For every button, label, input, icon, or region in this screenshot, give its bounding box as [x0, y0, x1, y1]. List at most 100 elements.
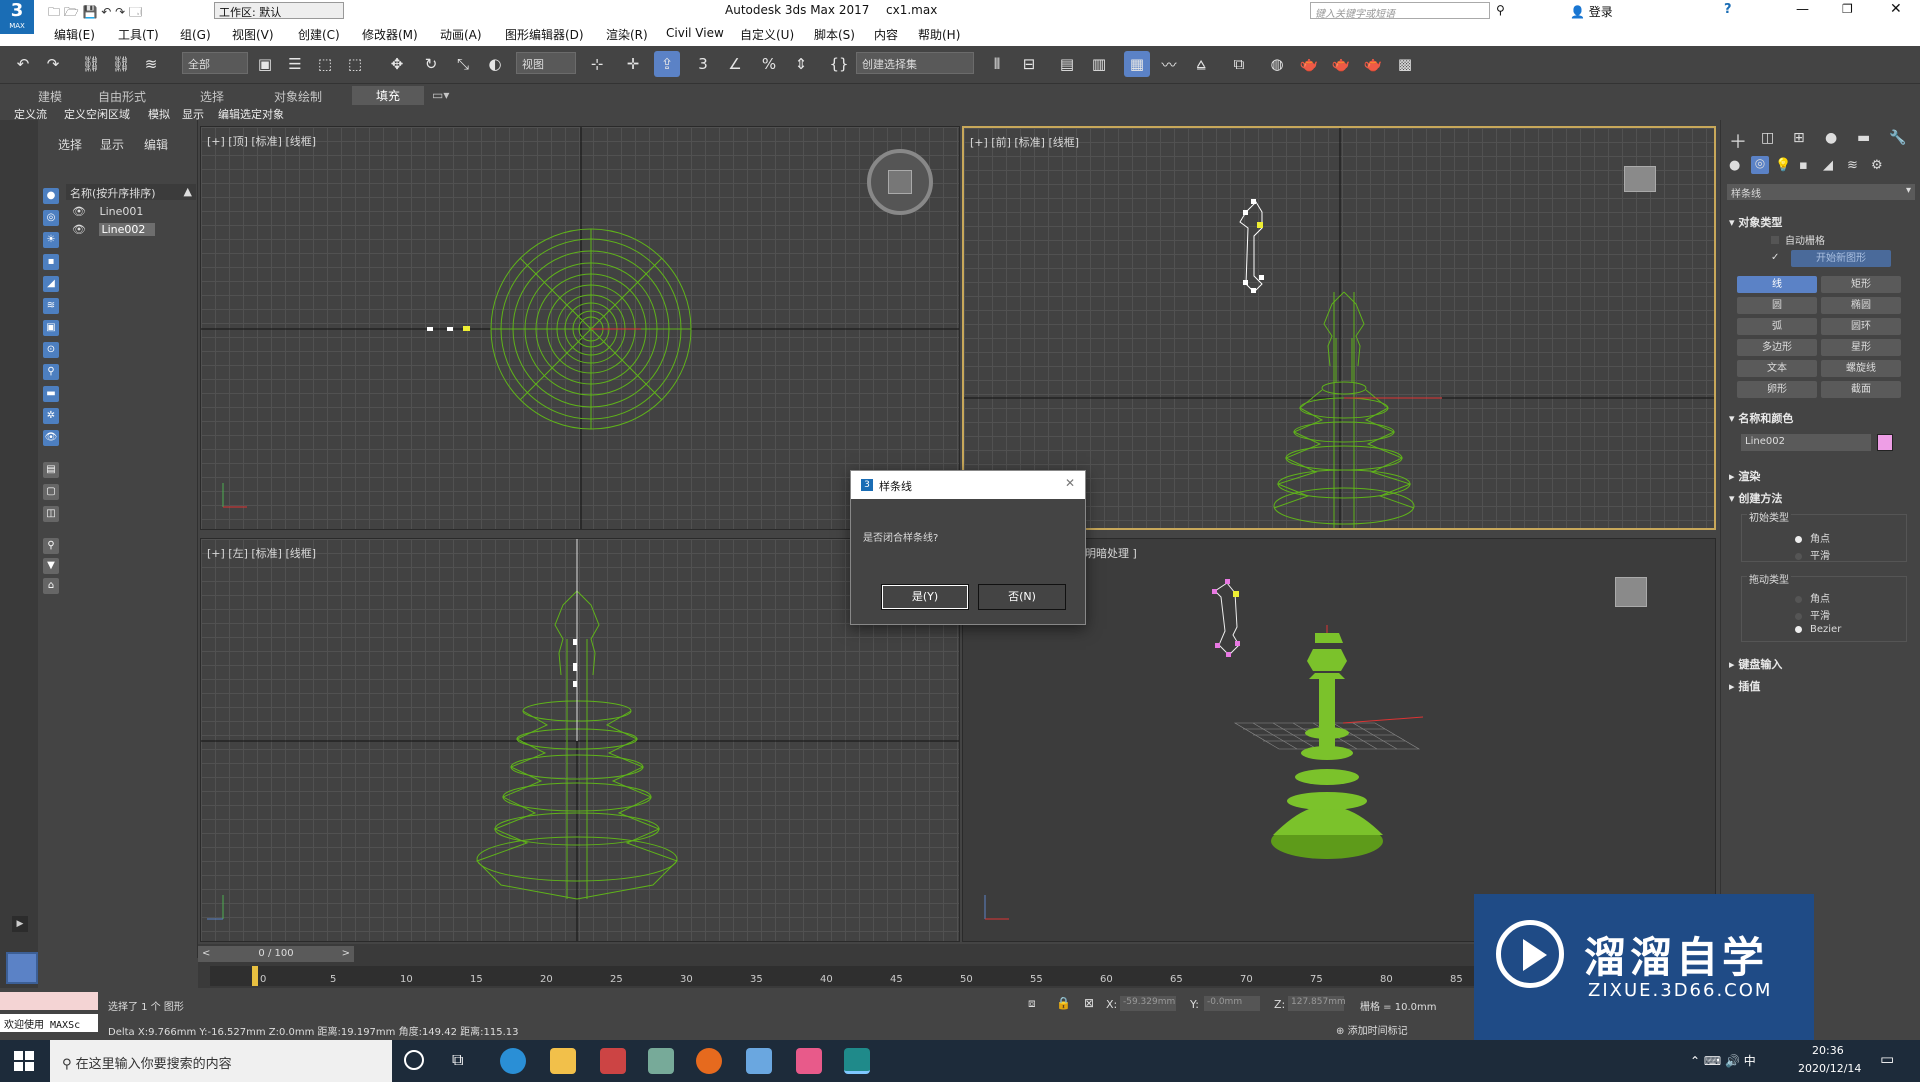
start-new-shape-checkbox[interactable]: ✓	[1771, 252, 1779, 263]
ribbon-tab-populate[interactable]: 填充	[352, 86, 425, 105]
circle-button[interactable]: 圆	[1737, 297, 1817, 314]
bone-filter-icon[interactable]: ⚲	[43, 364, 59, 380]
interpolation-rollout[interactable]: ▸ 插值	[1729, 678, 1760, 694]
render-to-texture-icon[interactable]: ▩	[1392, 51, 1418, 77]
rotate-icon[interactable]: ↻	[418, 51, 444, 77]
ribbon-toggle-icon[interactable]: ▥	[1086, 51, 1112, 77]
object-color-swatch[interactable]	[1877, 434, 1893, 451]
folder-icon[interactable]: ⌂	[43, 578, 59, 594]
time-slider[interactable]: < 0 / 100 >	[198, 946, 354, 962]
menu-views[interactable]: 视图(V)	[232, 26, 274, 43]
initial-corner-radio[interactable]: 角点	[1795, 530, 1830, 545]
eye-icon[interactable]: 👁	[72, 205, 86, 218]
viewport-label[interactable]: 明暗处理 ]	[1085, 545, 1137, 561]
menu-tools[interactable]: 工具(T)	[118, 26, 159, 43]
spacewarp-filter-icon[interactable]: ≋	[43, 298, 59, 314]
expand-arrow-icon[interactable]: ▶	[12, 916, 28, 932]
initial-smooth-radio[interactable]: 平滑	[1795, 547, 1830, 562]
dialog-close-icon[interactable]: ✕	[1065, 476, 1075, 490]
viewcube-icon[interactable]	[1624, 166, 1656, 192]
object-name-input[interactable]: Line002	[1741, 434, 1871, 451]
app-icon-2[interactable]	[648, 1048, 674, 1074]
viewport-label[interactable]: [+] [左] [标准] [线框]	[207, 545, 316, 561]
helpers-category-icon[interactable]: ◢	[1823, 158, 1833, 173]
dope-sheet-icon[interactable]: ⩠	[1188, 51, 1214, 77]
yes-button[interactable]: 是(Y)	[881, 584, 969, 610]
notification-icon[interactable]: ▭	[1880, 1050, 1894, 1068]
section-button[interactable]: 截面	[1821, 381, 1901, 398]
undo-icon[interactable]: ↶	[10, 51, 36, 77]
ribbon-tab-modeling[interactable]: 建模	[38, 88, 62, 105]
light-filter-icon[interactable]: ☀	[43, 232, 59, 248]
render-setup-icon[interactable]: 🫖	[1296, 51, 1322, 77]
app-logo[interactable]: 3 MAX	[0, 0, 34, 34]
auto-grid-checkbox[interactable]: 自动栅格	[1771, 232, 1825, 247]
manipulate-icon[interactable]: ✛	[620, 51, 646, 77]
taskbar-search[interactable]: ⚲ 在这里输入你要搜索的内容	[50, 1040, 392, 1082]
time-marker[interactable]	[252, 966, 258, 986]
menu-group[interactable]: 组(G)	[180, 26, 211, 43]
menu-rendering[interactable]: 渲染(R)	[606, 26, 648, 43]
group-filter-icon[interactable]: ▣	[43, 320, 59, 336]
next-frame-icon[interactable]: >	[342, 946, 350, 962]
y-coord-field[interactable]: -0.0mm	[1204, 996, 1260, 1011]
spacewarps-category-icon[interactable]: ≋	[1847, 158, 1858, 173]
mirror-icon[interactable]: ⫴	[984, 51, 1010, 77]
scene-item-line002[interactable]: 👁 Line002	[68, 222, 196, 238]
redo-icon[interactable]: ↷	[40, 51, 66, 77]
align-icon[interactable]: ⊟	[1016, 51, 1042, 77]
menu-customize[interactable]: 自定义(U)	[740, 26, 794, 43]
egg-button[interactable]: 卵形	[1737, 381, 1817, 398]
donut-button[interactable]: 圆环	[1821, 318, 1901, 335]
invert-display-icon[interactable]: ◫	[43, 506, 59, 522]
scale-icon[interactable]: ⤡	[450, 51, 476, 77]
help-icon[interactable]: ?	[1724, 2, 1732, 17]
menu-help[interactable]: 帮助(H)	[918, 26, 960, 43]
app-icon-3[interactable]	[796, 1048, 822, 1074]
find-icon[interactable]: ⚲	[43, 538, 59, 554]
display-tab-icon[interactable]: ▬	[1857, 130, 1870, 146]
star-button[interactable]: 星形	[1821, 339, 1901, 356]
selection-filter-combo[interactable]: 全部	[182, 52, 248, 74]
ribbon-tab-object-paint[interactable]: 对象绘制	[274, 88, 322, 105]
x-coord-field[interactable]: -59.329mm	[1120, 996, 1176, 1011]
lock-icon[interactable]: 🔒	[1056, 996, 1071, 1010]
viewcube-icon[interactable]	[1615, 577, 1647, 607]
app-icon-1[interactable]	[600, 1048, 626, 1074]
menu-content[interactable]: 内容	[874, 26, 898, 43]
keyboard-shortcut-icon[interactable]: ⇪	[654, 51, 680, 77]
display-all-icon[interactable]: ▤	[43, 462, 59, 478]
rect-selection-icon[interactable]: ⬚	[312, 51, 338, 77]
rectangle-button[interactable]: 矩形	[1821, 276, 1901, 293]
container-filter-icon[interactable]: ▬	[43, 386, 59, 402]
name-color-rollout[interactable]: ▾ 名称和颜色	[1729, 410, 1793, 426]
reference-coord-combo[interactable]: 视图	[516, 52, 576, 74]
maxscript-listener[interactable]	[0, 992, 98, 1010]
menu-scripting[interactable]: 脚本(S)	[814, 26, 855, 43]
viewport-label[interactable]: [+] [顶] [标准] [线框]	[207, 133, 316, 149]
ribbon-tab-freeform[interactable]: 自由形式	[98, 88, 146, 105]
windows-start-icon[interactable]	[14, 1051, 34, 1071]
line-button[interactable]: 线	[1737, 276, 1817, 293]
add-time-tag[interactable]: ⊕ 添加时间标记	[1336, 1022, 1408, 1037]
systems-category-icon[interactable]: ⚙	[1871, 158, 1883, 173]
menu-modifiers[interactable]: 修改器(M)	[362, 26, 418, 43]
notepad-icon[interactable]	[746, 1048, 772, 1074]
edge-icon[interactable]	[500, 1048, 526, 1074]
object-type-rollout[interactable]: ▾ 对象类型	[1729, 214, 1782, 230]
visibility-filter-icon[interactable]: 👁	[43, 430, 59, 446]
spinner-snap-icon[interactable]: ⇕	[788, 51, 814, 77]
select-by-name-icon[interactable]: ☰	[282, 51, 308, 77]
create-tab-icon[interactable]: ＋	[1729, 128, 1747, 154]
hierarchy-tab-icon[interactable]: ⊞	[1793, 130, 1805, 146]
search-input[interactable]: 键入关键字或短语	[1310, 2, 1490, 20]
eye-icon[interactable]: 👁	[72, 223, 86, 236]
modify-tab-icon[interactable]: ◫	[1761, 130, 1774, 146]
rendered-frame-icon[interactable]: 🫖	[1328, 51, 1354, 77]
text-button[interactable]: 文本	[1737, 360, 1817, 377]
curve-editor-icon[interactable]: 〰	[1156, 51, 1182, 77]
tray-icons[interactable]: ⌃ ⌨ 🔊 中	[1690, 1052, 1756, 1069]
ngon-button[interactable]: 多边形	[1737, 339, 1817, 356]
xref-filter-icon[interactable]: ⊙	[43, 342, 59, 358]
particle-filter-icon[interactable]: ✲	[43, 408, 59, 424]
